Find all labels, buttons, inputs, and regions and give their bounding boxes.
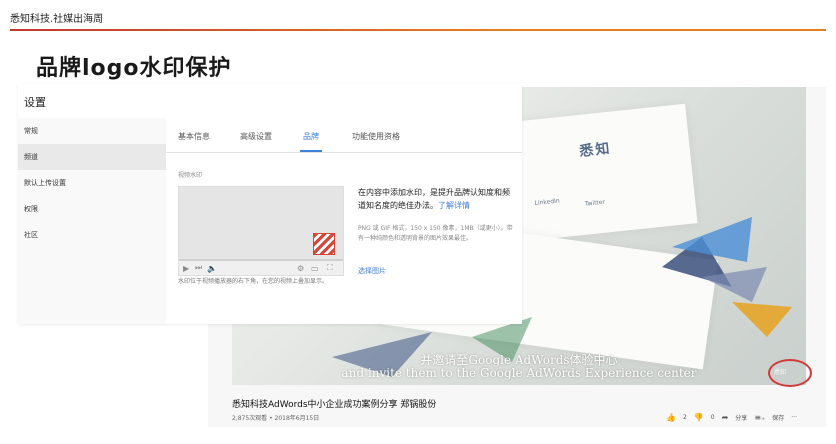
settings-tabs: 基本信息 高级设置 品牌 功能使用资格 — [166, 118, 522, 153]
video-title[interactable]: 悉知科技AdWords中小企业成功案例分享 郑锅股份 — [232, 397, 436, 410]
tab-basic-info[interactable]: 基本信息 — [178, 131, 210, 142]
preview-note: 水印位于视频播放器的右下角，在您的视频上叠加显示。 — [178, 278, 329, 285]
video-watermark: 悉知 — [774, 369, 787, 376]
branding-description-text: 在内容中添加水印，是提升品牌认知度和频道知名度的绝佳办法。 — [358, 188, 510, 210]
thumbs-up-icon[interactable]: 👍 — [666, 413, 676, 422]
player-control-bar: ▶ ⏭ 🔈 ⚙ ▭ ⛶ — [179, 261, 343, 275]
sidebar-item-general[interactable]: 常规 — [18, 118, 166, 144]
settings-sidebar: 常规 频道 默认上传设置 权限 社区 — [18, 118, 166, 324]
volume-icon: 🔈 — [207, 264, 217, 273]
header-divider — [10, 29, 826, 31]
settings-main: 基本信息 高级设置 品牌 功能使用资格 视频水印 ▶ ⏭ 🔈 ⚙ ▭ ⛶ 水印位… — [166, 118, 522, 324]
branding-description: 在内容中添加水印，是提升品牌认知度和频道知名度的绝佳办法。了解详情 — [358, 186, 516, 212]
theater-icon: ▭ — [311, 264, 319, 273]
dislike-count: 0 — [710, 413, 715, 421]
format-requirements: PNG 或 GIF 格式，150 x 150 像素，1MB（或更小）。带有一种纯… — [358, 225, 513, 242]
fullscreen-icon: ⛶ — [327, 263, 333, 272]
tab-feature-eligibility[interactable]: 功能使用资格 — [352, 131, 400, 142]
active-tab-indicator — [300, 150, 322, 152]
sidebar-item-channel[interactable]: 频道 — [18, 144, 166, 170]
choose-image-button[interactable]: 选择图片 — [358, 266, 386, 276]
sidebar-item-upload-defaults[interactable]: 默认上传设置 — [18, 170, 166, 196]
tab-advanced[interactable]: 高级设置 — [240, 131, 272, 142]
save-playlist-icon[interactable]: ≡₊ — [754, 413, 765, 422]
slide-title: 品牌logo水印保护 — [36, 56, 232, 81]
save-button[interactable]: 保存 — [772, 413, 784, 422]
watermark-placeholder-icon — [313, 233, 335, 255]
section-label: 视频水印 — [178, 172, 203, 179]
brand-label: 悉知科技.社媒出海周 — [10, 14, 104, 25]
next-icon: ⏭ — [195, 263, 203, 272]
settings-title: 设置 — [24, 96, 46, 109]
tab-branding[interactable]: 品牌 — [303, 131, 319, 142]
more-actions-button[interactable]: ··· — [791, 414, 797, 421]
learn-more-link[interactable]: 了解详情 — [438, 201, 470, 210]
sidebar-item-permissions[interactable]: 权限 — [18, 196, 166, 222]
settings-panel: 设置 常规 频道 默认上传设置 权限 社区 基本信息 高级设置 品牌 功能使用资… — [18, 84, 522, 324]
orange-triangle — [732, 302, 792, 337]
watermark-preview: ▶ ⏭ 🔈 ⚙ ▭ ⛶ — [178, 186, 344, 276]
sidebar-item-community[interactable]: 社区 — [18, 222, 166, 248]
play-icon: ▶ — [183, 264, 190, 273]
thumbs-down-icon[interactable]: 👎 — [694, 413, 704, 422]
caption-english: and invite them to the Google AdWords Ex… — [341, 366, 697, 380]
share-icon[interactable]: ➦ — [722, 413, 729, 422]
video-actions: 👍 2 👎 0 ➦ 分享 ≡₊ 保存 ··· — [666, 411, 797, 423]
gear-icon: ⚙ — [297, 264, 305, 273]
share-button[interactable]: 分享 — [735, 413, 747, 422]
like-count: 2 — [682, 413, 687, 421]
video-meta: 2,875次观看 • 2018年6月15日 — [232, 415, 320, 422]
